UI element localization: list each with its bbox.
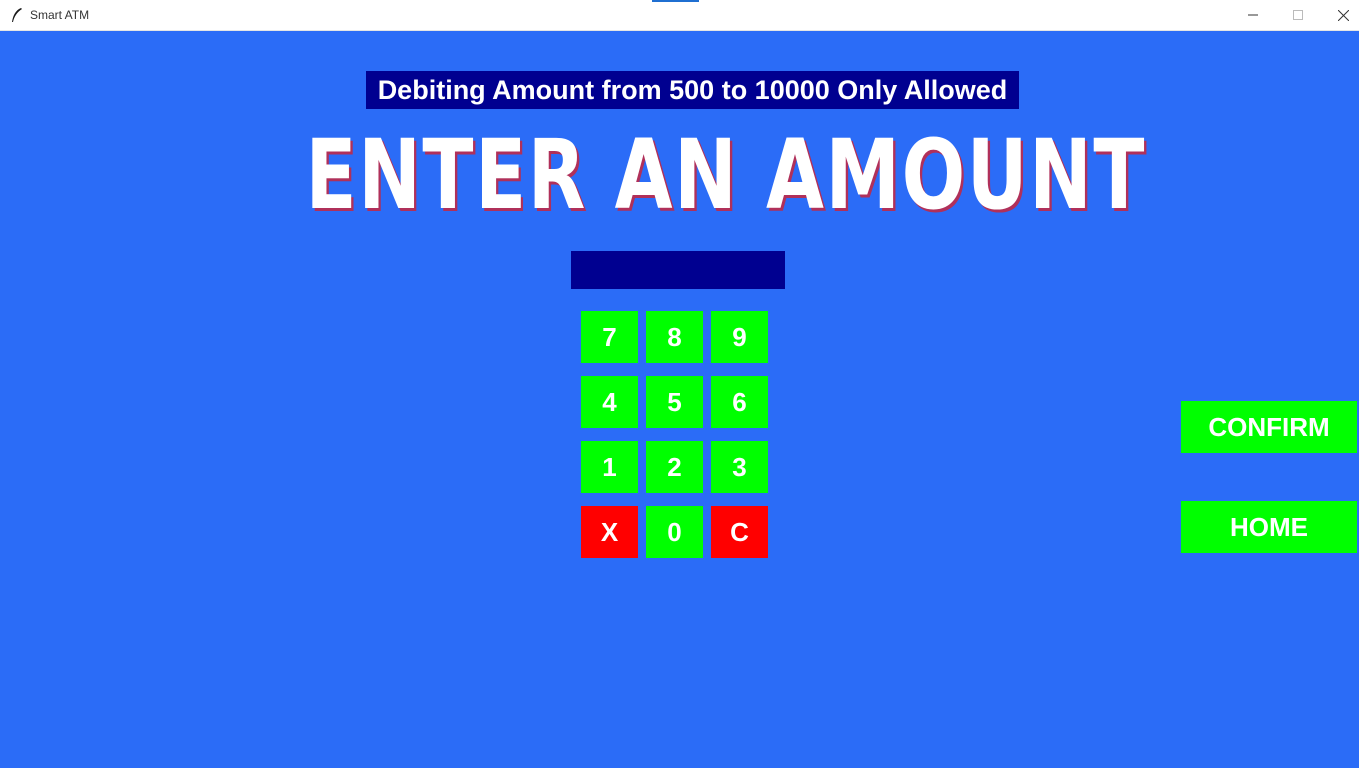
keypad-clear-key[interactable]: C bbox=[711, 506, 768, 558]
feather-icon bbox=[12, 8, 22, 22]
confirm-button[interactable]: CONFIRM bbox=[1181, 401, 1357, 453]
keypad-key-1[interactable]: 1 bbox=[581, 441, 638, 493]
home-button[interactable]: HOME bbox=[1181, 501, 1357, 553]
keypad-key-4[interactable]: 4 bbox=[581, 376, 638, 428]
keypad-key-5[interactable]: 5 bbox=[646, 376, 703, 428]
maximize-button[interactable] bbox=[1275, 0, 1321, 30]
keypad-key-7[interactable]: 7 bbox=[581, 311, 638, 363]
debit-limit-banner: Debiting Amount from 500 to 10000 Only A… bbox=[366, 71, 1019, 109]
keypad-key-6[interactable]: 6 bbox=[711, 376, 768, 428]
keypad-cancel-key[interactable]: X bbox=[581, 506, 638, 558]
maximize-icon bbox=[1293, 10, 1303, 20]
keypad-key-3[interactable]: 3 bbox=[711, 441, 768, 493]
keypad-key-0[interactable]: 0 bbox=[646, 506, 703, 558]
enter-amount-heading: ENTER AN AMOUNT bbox=[305, 119, 1147, 231]
close-icon bbox=[1337, 9, 1349, 21]
atm-window: Smart ATM Debiting Amount from 500 to 10… bbox=[0, 0, 1359, 768]
keypad-key-2[interactable]: 2 bbox=[646, 441, 703, 493]
title-bar-accent bbox=[652, 0, 699, 2]
close-button[interactable] bbox=[1320, 0, 1359, 30]
keypad-key-8[interactable]: 8 bbox=[646, 311, 703, 363]
minimize-icon bbox=[1248, 14, 1258, 16]
minimize-button[interactable] bbox=[1230, 0, 1276, 30]
amount-input[interactable] bbox=[571, 251, 785, 289]
window-title: Smart ATM bbox=[30, 8, 90, 22]
title-bar: Smart ATM bbox=[0, 0, 1359, 31]
keypad-key-9[interactable]: 9 bbox=[711, 311, 768, 363]
